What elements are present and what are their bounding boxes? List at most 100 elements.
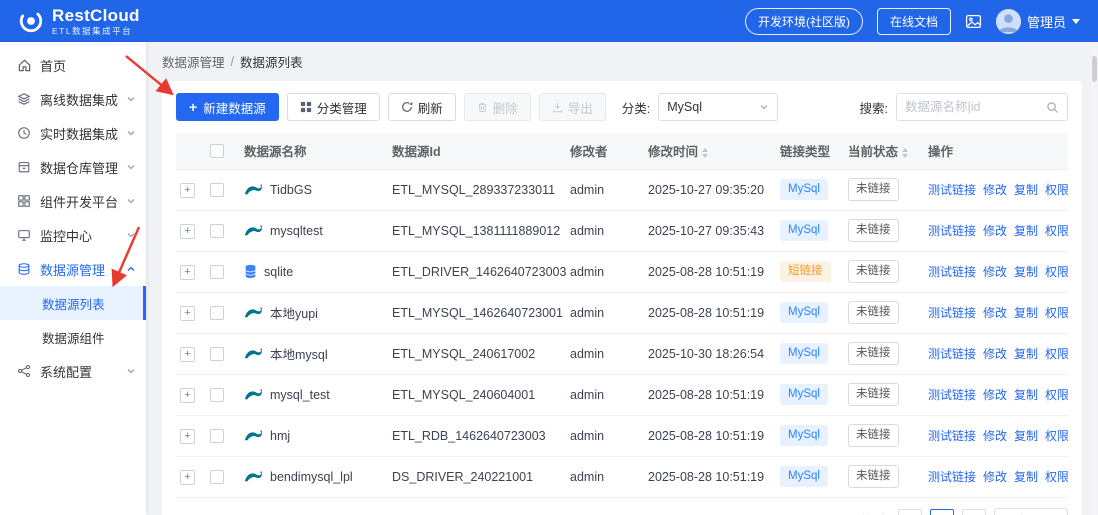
expand-row-button[interactable]: +: [180, 224, 195, 239]
action-permission-link[interactable]: 权限: [1045, 183, 1068, 197]
new-datasource-button[interactable]: + 新建数据源: [176, 93, 279, 121]
row-checkbox[interactable]: [210, 183, 224, 197]
image-icon[interactable]: [965, 13, 982, 30]
action-edit-link[interactable]: 修改: [983, 388, 1007, 402]
sort-icon[interactable]: [902, 148, 908, 158]
search-icon[interactable]: [1046, 101, 1059, 114]
action-permission-link[interactable]: 权限: [1045, 347, 1068, 361]
column-header-status[interactable]: 当前状态: [844, 133, 924, 169]
action-test-connection-link[interactable]: 测试链接: [928, 347, 976, 361]
type-tag: MySql: [780, 179, 828, 199]
category-select[interactable]: MySql: [658, 93, 778, 121]
sidebar-item-realtime-data-integration[interactable]: 实时数据集成: [0, 116, 146, 150]
row-checkbox[interactable]: [210, 388, 224, 402]
sidebar-item-datasource-management[interactable]: 数据源管理: [0, 252, 146, 286]
action-edit-link[interactable]: 修改: [983, 183, 1007, 197]
sidebar-item-system-config[interactable]: 系统配置: [0, 354, 146, 388]
scrollbar-thumb[interactable]: [1092, 56, 1097, 82]
action-copy-link[interactable]: 复制: [1014, 183, 1038, 197]
sidebar-item-offline-data-integration[interactable]: 离线数据集成: [0, 82, 146, 116]
action-test-connection-link[interactable]: 测试链接: [928, 183, 976, 197]
row-checkbox[interactable]: [210, 224, 224, 238]
mysql-icon: [244, 470, 263, 483]
action-test-connection-link[interactable]: 测试链接: [928, 265, 976, 279]
prev-page-button[interactable]: ‹: [898, 509, 922, 515]
datasource-id: ETL_RDB_1462640723003: [392, 429, 546, 443]
sidebar-item-component-dev-platform[interactable]: 组件开发平台: [0, 184, 146, 218]
action-edit-link[interactable]: 修改: [983, 306, 1007, 320]
sidebar-item-home[interactable]: 首页: [0, 48, 146, 82]
expand-row-button[interactable]: +: [180, 388, 195, 403]
action-permission-link[interactable]: 权限: [1045, 429, 1068, 443]
action-test-connection-link[interactable]: 测试链接: [928, 306, 976, 320]
row-checkbox[interactable]: [210, 347, 224, 361]
table-head-row: 数据源名称数据源Id修改者修改时间链接类型当前状态操作: [176, 133, 1068, 169]
sidebar-item-monitor-center[interactable]: 监控中心: [0, 218, 146, 252]
current-page[interactable]: 1: [930, 509, 954, 515]
action-copy-link[interactable]: 复制: [1014, 388, 1038, 402]
datasource-name: TidbGS: [270, 183, 312, 197]
editor-name: admin: [570, 306, 604, 320]
row-checkbox[interactable]: [210, 429, 224, 443]
sidebar-item-data-warehouse-management[interactable]: 数据仓库管理: [0, 150, 146, 184]
next-page-button[interactable]: ›: [962, 509, 986, 515]
action-copy-link[interactable]: 复制: [1014, 306, 1038, 320]
datasource-name: mysql_test: [270, 388, 330, 402]
page-scrollbar[interactable]: [1091, 42, 1098, 515]
category-manage-button[interactable]: 分类管理: [287, 93, 380, 121]
sidebar-subitem-label: 数据源组件: [42, 328, 105, 347]
action-edit-link[interactable]: 修改: [983, 470, 1007, 484]
action-permission-link[interactable]: 权限: [1045, 388, 1068, 402]
delete-button[interactable]: 删除: [464, 93, 531, 121]
datasource-id: ETL_MYSQL_289337233011: [392, 183, 555, 197]
column-header-expand: [176, 133, 206, 169]
row-checkbox[interactable]: [210, 306, 224, 320]
toolbar: + 新建数据源 分类管理 刷新: [176, 93, 1068, 121]
action-permission-link[interactable]: 权限: [1045, 470, 1068, 484]
column-header-time[interactable]: 修改时间: [644, 133, 776, 169]
action-copy-link[interactable]: 复制: [1014, 347, 1038, 361]
expand-row-button[interactable]: +: [180, 470, 195, 485]
expand-row-button[interactable]: +: [180, 265, 195, 280]
action-test-connection-link[interactable]: 测试链接: [928, 388, 976, 402]
modified-time: 2025-10-30 18:26:54: [648, 347, 764, 361]
action-edit-link[interactable]: 修改: [983, 224, 1007, 238]
online-docs-button[interactable]: 在线文档: [877, 8, 951, 35]
action-permission-link[interactable]: 权限: [1045, 224, 1068, 238]
action-copy-link[interactable]: 复制: [1014, 470, 1038, 484]
action-copy-link[interactable]: 复制: [1014, 265, 1038, 279]
action-copy-link[interactable]: 复制: [1014, 429, 1038, 443]
action-copy-link[interactable]: 复制: [1014, 224, 1038, 238]
action-test-connection-link[interactable]: 测试链接: [928, 224, 976, 238]
expand-row-button[interactable]: +: [180, 429, 195, 444]
select-all-checkbox[interactable]: [210, 144, 224, 158]
action-test-connection-link[interactable]: 测试链接: [928, 470, 976, 484]
breadcrumb-item[interactable]: 数据源管理: [162, 52, 225, 71]
action-permission-link[interactable]: 权限: [1045, 306, 1068, 320]
row-checkbox[interactable]: [210, 265, 224, 279]
expand-row-button[interactable]: +: [180, 347, 195, 362]
database-blue-icon: [244, 264, 257, 279]
expand-row-button[interactable]: +: [180, 183, 195, 198]
expand-row-button[interactable]: +: [180, 306, 195, 321]
action-edit-link[interactable]: 修改: [983, 265, 1007, 279]
action-permission-link[interactable]: 权限: [1045, 265, 1068, 279]
env-button[interactable]: 开发环境(社区版): [745, 8, 863, 35]
home-icon: [16, 58, 32, 73]
action-test-connection-link[interactable]: 测试链接: [928, 429, 976, 443]
breadcrumb-separator: /: [231, 55, 234, 69]
export-button[interactable]: 导出: [539, 93, 606, 121]
search-input[interactable]: [905, 100, 1040, 114]
page-size-select[interactable]: 20条/页: [994, 508, 1068, 515]
user-menu[interactable]: 管理员: [996, 9, 1080, 34]
sort-icon[interactable]: [702, 148, 708, 158]
refresh-button[interactable]: 刷新: [388, 93, 456, 121]
row-checkbox[interactable]: [210, 470, 224, 484]
action-edit-link[interactable]: 修改: [983, 347, 1007, 361]
sidebar-subitem-datasource-components[interactable]: 数据源组件: [0, 320, 146, 354]
sidebar-subitem-datasource-list[interactable]: 数据源列表: [0, 286, 146, 320]
action-edit-link[interactable]: 修改: [983, 429, 1007, 443]
table-row: + 本地mysql ETL_MYSQL_240617002 admin 2025…: [176, 333, 1068, 374]
datasource-name: mysqltest: [270, 224, 323, 238]
status-tag: 未链接: [848, 465, 899, 487]
